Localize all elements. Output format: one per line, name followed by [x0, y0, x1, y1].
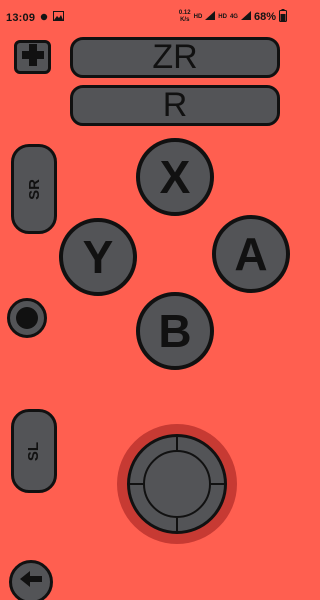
dot-icon: [16, 307, 38, 329]
r-label: R: [162, 86, 188, 124]
status-time: 13:09: [6, 11, 36, 24]
sl-button[interactable]: SL: [11, 409, 57, 493]
joystick-stick[interactable]: [127, 434, 227, 534]
home-button[interactable]: [7, 298, 47, 338]
network-speed: 0.12 K/s: [179, 10, 191, 24]
signal-icon-2: [240, 11, 251, 23]
r-button[interactable]: R: [70, 85, 280, 126]
status-right: 0.12 K/s HD HD 4G 68%: [179, 9, 287, 25]
sr-button[interactable]: SR: [11, 144, 57, 234]
battery-percent: 68%: [253, 11, 276, 23]
image-icon: [53, 11, 65, 24]
network-type-label: 4G: [229, 13, 238, 20]
joystick-tick-left: [130, 483, 143, 485]
x-button[interactable]: X: [136, 138, 214, 216]
hd-label-2: HD: [218, 13, 227, 20]
joystick-inner-ring: [143, 450, 211, 518]
network-speed-value: 0.12: [178, 10, 191, 16]
notification-dot-icon: [40, 12, 48, 24]
x-label: X: [159, 151, 191, 203]
y-button[interactable]: Y: [59, 218, 137, 296]
hd-label-1: HD: [193, 13, 203, 20]
signal-icon: [205, 11, 216, 23]
sr-label: SR: [25, 178, 43, 200]
joystick-tick-up: [176, 437, 178, 450]
status-left: 13:09: [6, 11, 65, 24]
joystick-tick-down: [176, 518, 178, 531]
status-bar: 13:09 0.12 K/s HD HD 4G 68%: [0, 0, 292, 34]
a-button[interactable]: A: [212, 215, 290, 293]
a-label: A: [234, 228, 268, 280]
b-label: B: [158, 305, 192, 357]
joystick-tick-right: [211, 483, 224, 485]
plus-icon: [21, 43, 44, 71]
network-speed-unit: K/s: [180, 17, 190, 23]
zr-button[interactable]: ZR: [70, 37, 280, 78]
sl-label: SL: [25, 441, 43, 461]
y-label: Y: [82, 231, 114, 283]
zr-label: ZR: [152, 38, 198, 76]
back-button[interactable]: [9, 560, 53, 600]
battery-icon: [279, 9, 287, 25]
b-button[interactable]: B: [136, 292, 214, 370]
joystick-base[interactable]: [117, 424, 237, 544]
arrow-left-icon: [18, 571, 44, 592]
plus-button[interactable]: [14, 40, 51, 74]
